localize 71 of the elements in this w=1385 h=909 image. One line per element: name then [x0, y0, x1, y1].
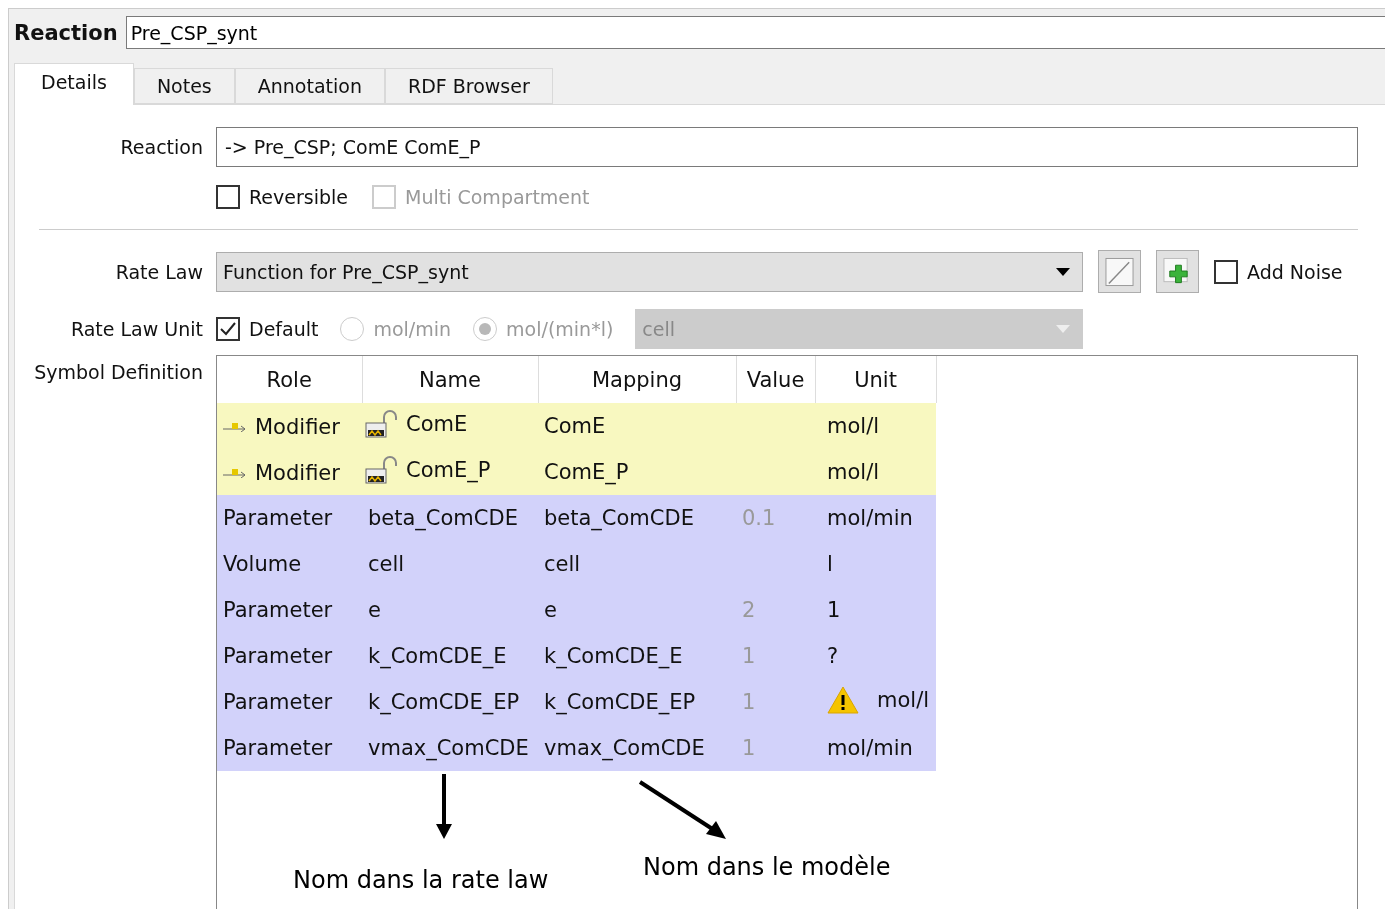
rate-law-dropdown[interactable]: Function for Pre_CSP_synt	[216, 251, 1083, 292]
edit-function-button[interactable]	[1098, 250, 1141, 293]
table-cell: l	[827, 552, 833, 576]
table-cell: vmax_ComCDE	[544, 736, 705, 760]
table-cell: vmax_ComCDE	[368, 736, 529, 760]
table-cell: ?	[827, 644, 839, 668]
table-cell: Parameter	[223, 506, 333, 530]
reaction-equation-field[interactable]: -> Pre_CSP; ComE ComE_P	[216, 127, 1358, 167]
table-cell: mol/l	[877, 687, 930, 712]
arrow-icon	[434, 774, 454, 840]
table-cell: Modifier	[255, 461, 340, 485]
add-function-button[interactable]	[1156, 250, 1199, 293]
table-cell: 0.1	[742, 506, 776, 530]
arrow-icon	[223, 422, 247, 432]
table-cell: Parameter	[223, 736, 333, 760]
reaction-name-field[interactable]: Pre_CSP_synt	[125, 16, 1385, 49]
table-cell: ComE_P	[544, 460, 629, 484]
table-cell: Parameter	[223, 690, 333, 714]
checkbox-label: Multi Compartment	[405, 186, 590, 208]
table-cell: k_ComCDE_EP	[544, 690, 696, 714]
checkbox-label: Default	[249, 318, 319, 340]
checkbox-label: Add Noise	[1247, 260, 1343, 283]
radio-label: mol/min	[373, 318, 452, 340]
arrow-icon	[223, 468, 247, 478]
tab[interactable]: Details	[14, 63, 134, 105]
checkbox[interactable]	[1214, 259, 1238, 284]
table-cell: ComE	[544, 414, 606, 438]
table-cell: 1	[742, 690, 756, 714]
table-cell: Modifier	[255, 415, 340, 439]
table-cell: Parameter	[223, 644, 333, 668]
table-cell: k_ComCDE_E	[368, 644, 507, 668]
table-cell: beta_ComCDE	[368, 506, 518, 530]
table-cell: cell	[368, 552, 405, 576]
caret-icon	[1056, 325, 1071, 333]
tab[interactable]: RDF Browser	[384, 68, 553, 104]
annotation-text: Nom dans le modèle	[643, 853, 891, 881]
caret-icon	[1056, 267, 1070, 276]
table-cell: Parameter	[223, 598, 333, 622]
table-cell: e	[544, 598, 557, 622]
table-cell: cell	[544, 552, 581, 576]
table-cell: mol/l	[827, 414, 880, 438]
checkbox[interactable]	[216, 317, 240, 341]
radio-label: mol/(min*l)	[506, 318, 614, 340]
table-cell: 1	[742, 736, 756, 760]
table-cell: Volume	[223, 552, 302, 576]
field-label: Rate Law	[115, 260, 203, 283]
table-cell: e	[368, 598, 381, 622]
table-cell: mol/min	[827, 736, 913, 760]
annotation-text: Nom dans la rate law	[293, 866, 549, 894]
reaction-label: Reaction	[14, 20, 118, 45]
tab[interactable]: Notes	[133, 68, 235, 104]
field-label: Rate Law Unit	[70, 318, 203, 340]
table-cell: beta_ComCDE	[544, 506, 694, 530]
table-cell: mol/l	[827, 460, 880, 484]
field-label: Symbol Definition	[34, 361, 203, 383]
table-cell: 2	[742, 598, 756, 622]
arrow-icon	[638, 780, 728, 840]
table-cell: mol/min	[827, 506, 913, 530]
tab[interactable]: Annotation	[234, 68, 385, 104]
table-cell: ComE	[406, 411, 468, 436]
table-cell: 1	[827, 598, 841, 622]
table-cell: 1	[742, 644, 756, 668]
lock-icon	[364, 408, 398, 439]
lock-icon	[364, 454, 398, 485]
checkbox-label: Reversible	[249, 186, 348, 208]
pen-icon	[1105, 256, 1134, 287]
table-cell: k_ComCDE_EP	[368, 690, 520, 714]
field-label: Reaction	[120, 136, 203, 158]
table-cell: ComE_P	[406, 457, 491, 482]
table-cell: k_ComCDE_E	[544, 644, 683, 668]
checkbox[interactable]	[216, 185, 240, 209]
